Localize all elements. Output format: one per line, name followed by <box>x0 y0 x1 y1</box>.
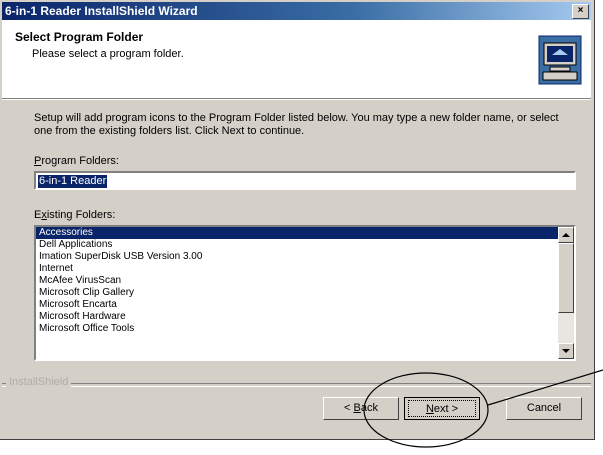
close-icon: × <box>577 5 584 16</box>
list-item[interactable]: Accessories <box>36 227 561 239</box>
installshield-brand: InstallShield <box>6 376 72 388</box>
list-item[interactable]: Internet <box>36 263 561 275</box>
instruction-text: Setup will add program icons to the Prog… <box>34 112 559 137</box>
close-button[interactable]: × <box>572 4 589 19</box>
scroll-up-arrow-icon <box>562 233 570 237</box>
existing-folders-list[interactable]: Accessories Dell Applications Imation Su… <box>34 225 576 361</box>
computer-install-icon <box>538 35 582 85</box>
list-item[interactable]: Imation SuperDisk USB Version 3.00 <box>36 251 561 263</box>
scroll-up-button[interactable] <box>558 227 574 243</box>
program-folders-label: Program Folders: <box>34 155 119 167</box>
page-title: Select Program Folder <box>15 30 144 44</box>
list-item[interactable]: Dell Applications <box>36 239 561 251</box>
cancel-button[interactable]: Cancel <box>506 397 582 420</box>
scroll-down-button[interactable] <box>558 343 574 359</box>
footer-divider <box>2 383 591 387</box>
list-scrollbar[interactable] <box>558 227 574 359</box>
wizard-header: Select Program Folder Please select a pr… <box>2 20 591 99</box>
back-button[interactable]: < Back <box>323 397 399 420</box>
program-folder-input[interactable]: 6-in-1 Reader <box>34 171 576 190</box>
list-item[interactable]: Microsoft Office Tools <box>36 323 561 335</box>
title-bar: 6-in-1 Reader InstallShield Wizard × <box>2 2 591 20</box>
existing-folders-label: Existing Folders: <box>34 209 116 221</box>
program-folder-value: 6-in-1 Reader <box>38 175 108 188</box>
scroll-thumb[interactable] <box>558 243 574 313</box>
list-item[interactable]: Microsoft Clip Gallery <box>36 287 561 299</box>
page-subtitle: Please select a program folder. <box>32 48 184 60</box>
header-divider <box>2 99 591 100</box>
next-focus-ring: Next > <box>408 400 476 417</box>
scroll-down-arrow-icon <box>562 349 570 353</box>
list-item[interactable]: Microsoft Hardware <box>36 311 561 323</box>
next-button[interactable]: Next > <box>404 397 480 420</box>
list-item[interactable]: McAfee VirusScan <box>36 275 561 287</box>
list-item[interactable]: Microsoft Encarta <box>36 299 561 311</box>
installshield-dialog: 6-in-1 Reader InstallShield Wizard × Sel… <box>0 0 595 440</box>
window-title: 6-in-1 Reader InstallShield Wizard <box>5 4 198 18</box>
